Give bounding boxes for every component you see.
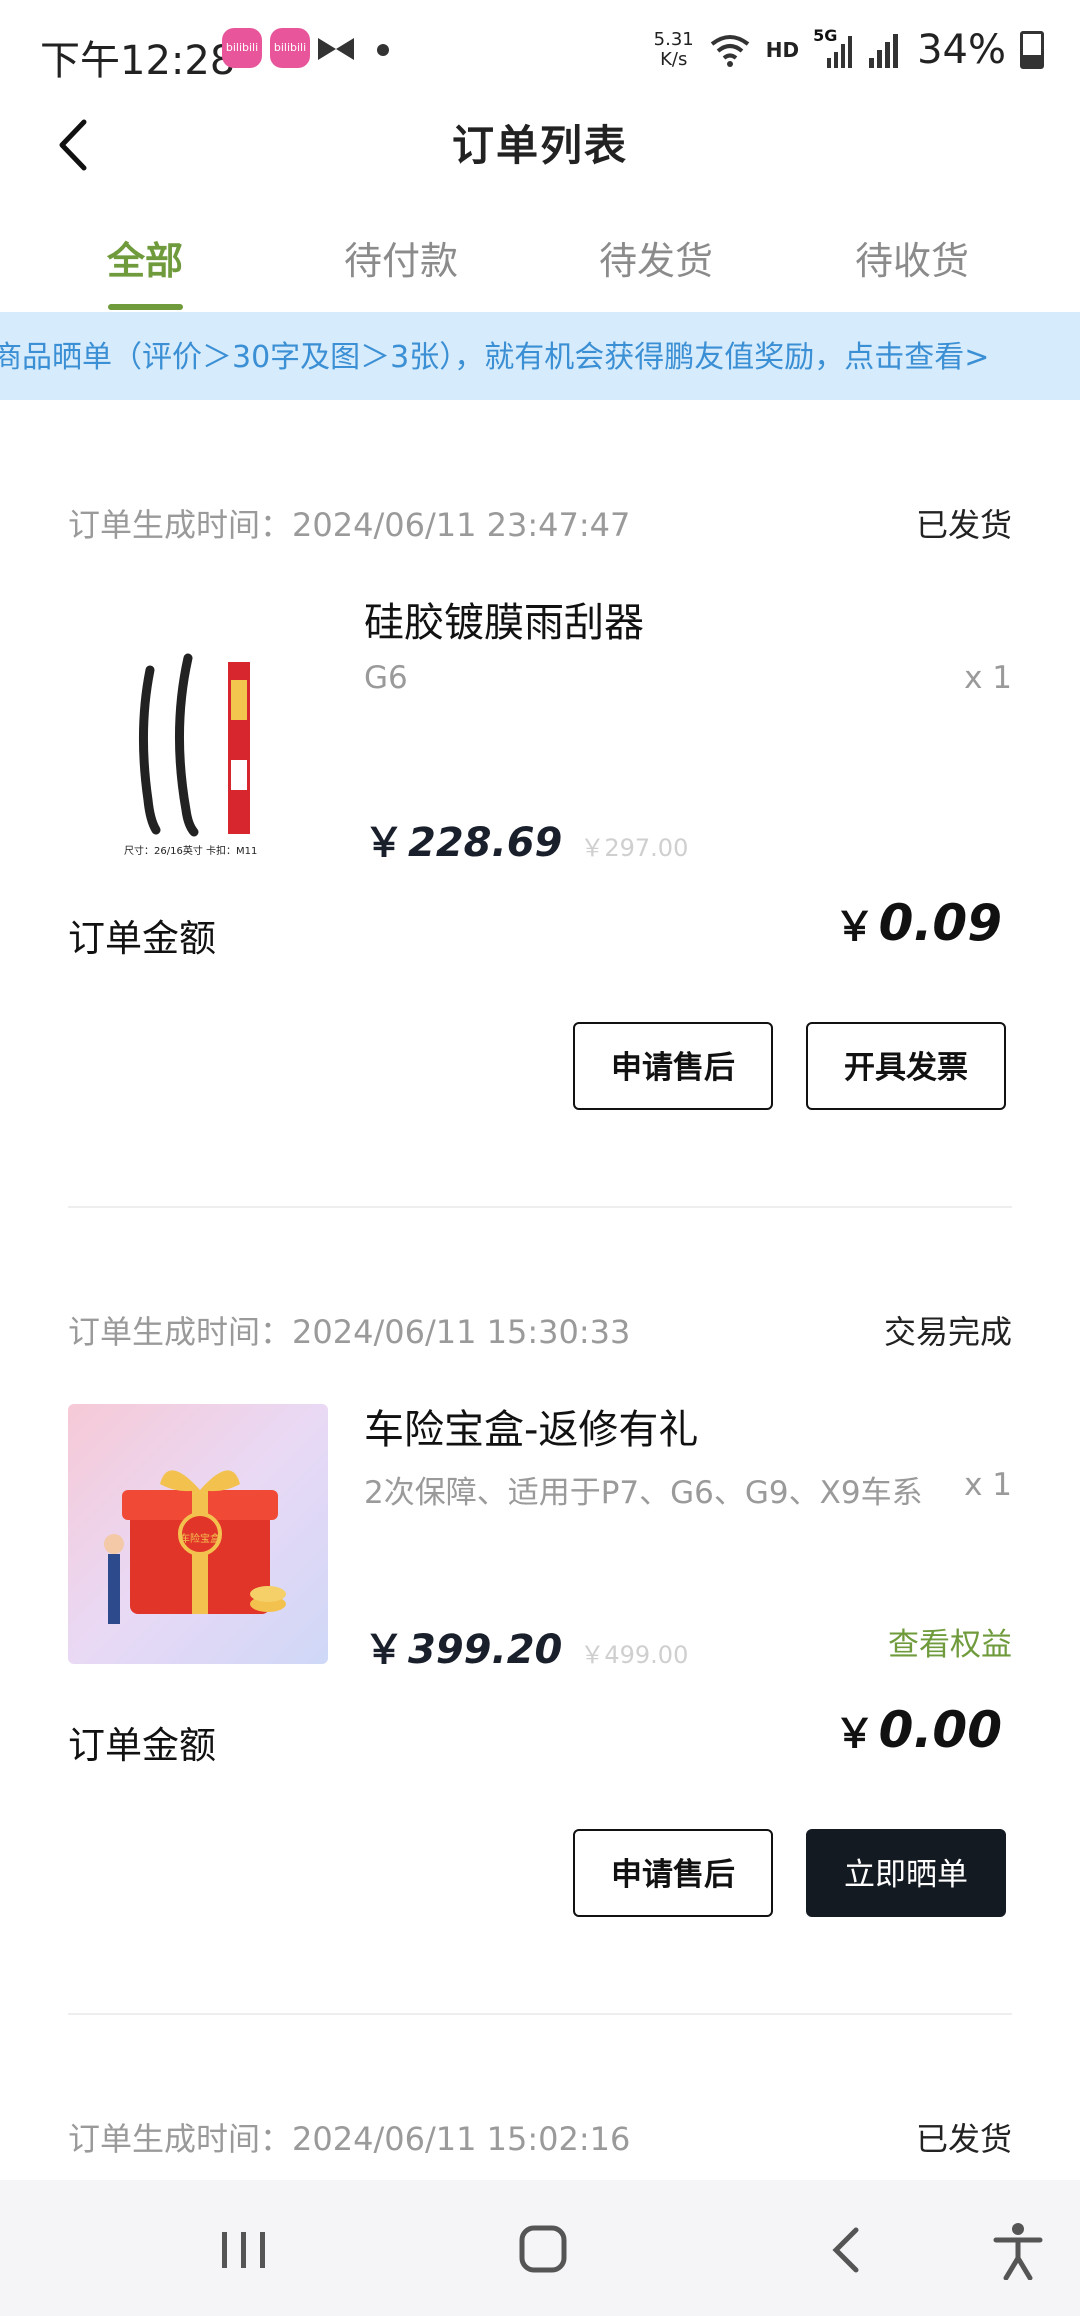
original-price: ￥499.00: [580, 1641, 689, 1669]
amount-currency: ￥: [834, 1711, 875, 1757]
order-time: 订单生成时间：2024/06/11 15:30:33: [68, 1313, 631, 1351]
tab-pending-receipt[interactable]: 待收货: [822, 230, 1002, 285]
tab-all[interactable]: 全部: [55, 230, 235, 285]
back-nav-icon[interactable]: [818, 2220, 878, 2280]
page-title: 订单列表: [451, 121, 628, 170]
after-sales-button[interactable]: 申请售后: [573, 1022, 773, 1110]
amount-value: 0.09: [878, 894, 1002, 952]
view-benefits-link[interactable]: 查看权益: [888, 1619, 1012, 1664]
recent-apps-icon[interactable]: [214, 2220, 274, 2280]
order-amount: ￥0.00: [835, 1701, 1002, 1759]
order-divider: [68, 2013, 1012, 2015]
signal-5g-icon: 5G: [813, 26, 853, 70]
product-quantity: x 1: [964, 1467, 1012, 1503]
product-name[interactable]: 车险宝盒-返修有礼: [364, 1397, 698, 1455]
product-spec: 2次保障、适用于P7、G6、G9、X9车系: [364, 1475, 923, 1511]
net-speed-value: 5.31: [653, 29, 694, 50]
product-price: ￥ 228.69 ￥297.00: [364, 810, 688, 868]
product-price: ￥ 399.20 ￥499.00: [364, 1617, 688, 1675]
order-amount-label: 订单金额: [68, 1724, 216, 1767]
order-status: 交易完成: [883, 1313, 1012, 1351]
signal-icon: [869, 34, 899, 68]
order-card: 订单生成时间：2024/06/11 15:02:16 已发货: [68, 2104, 1012, 2174]
bilibili-notification-icon: bilibili: [270, 28, 310, 68]
battery-icon: [1020, 31, 1044, 69]
accessibility-icon[interactable]: [990, 2220, 1046, 2280]
status-bar: 下午12:28 bilibili bilibili 5.31 K/s HD 5G: [0, 0, 1080, 100]
more-notifications-dot-icon: [377, 44, 389, 56]
hd-label: HD: [765, 38, 800, 62]
system-navigation-bar: [0, 2180, 1080, 2316]
amount-currency: ￥: [834, 904, 875, 950]
product-image[interactable]: 车险宝盒: [68, 1404, 328, 1664]
battery-percent: 34%: [917, 27, 1006, 73]
order-card: 订单生成时间：2024/06/11 15:30:33 交易完成 车险宝盒 车险宝…: [68, 1297, 1012, 1957]
order-divider: [68, 1206, 1012, 1208]
bow-icon: [318, 38, 354, 60]
order-time: 订单生成时间：2024/06/11 15:02:16: [68, 2120, 631, 2158]
tab-pending-shipment[interactable]: 待发货: [566, 230, 746, 285]
product-quantity: x 1: [964, 660, 1012, 696]
tab-pending-payment[interactable]: 待付款: [311, 230, 491, 285]
order-status: 已发货: [915, 2120, 1012, 2158]
app-header: 订单列表: [0, 100, 1080, 210]
order-amount: ￥0.09: [835, 894, 1002, 952]
issue-invoice-button[interactable]: 开具发票: [806, 1022, 1006, 1110]
price-currency: ￥: [364, 1627, 404, 1673]
original-price: ￥297.00: [580, 834, 689, 862]
post-review-button[interactable]: 立即晒单: [806, 1829, 1006, 1917]
price-value: 399.20: [408, 1627, 563, 1673]
order-status: 已发货: [915, 506, 1012, 544]
amount-value: 0.00: [878, 1701, 1002, 1759]
order-amount-label: 订单金额: [68, 917, 216, 960]
wiper-blade-image: [138, 653, 250, 837]
after-sales-button[interactable]: 申请售后: [573, 1829, 773, 1917]
product-image-caption: 车险宝盒: [180, 1534, 220, 1545]
network-speed: 5.31 K/s: [654, 30, 694, 70]
product-image-caption: 尺寸：26/16英寸 卡扣：M11: [124, 846, 258, 857]
active-tab-indicator: [108, 304, 183, 310]
banner-text: 商品晒单（评价＞30字及图＞3张），就有机会获得鹏友值奖励，点击查看>: [0, 340, 990, 375]
price-value: 228.69: [408, 820, 563, 866]
product-name[interactable]: 硅胶镀膜雨刮器: [364, 590, 644, 648]
wifi-icon: [710, 35, 749, 67]
status-time: 下午12:28: [40, 38, 236, 84]
product-image[interactable]: 尺寸：26/16英寸 卡扣：M11: [68, 610, 328, 870]
order-card: 订单生成时间：2024/06/11 23:47:47 已发货 尺寸：26/16英…: [68, 490, 1012, 1150]
review-reward-banner[interactable]: 商品晒单（评价＞30字及图＞3张），就有机会获得鹏友值奖励，点击查看>: [0, 312, 1080, 400]
net-speed-unit: K/s: [660, 49, 688, 70]
product-spec: G6: [364, 660, 408, 696]
price-currency: ￥: [364, 820, 404, 866]
bilibili-notification-icon: bilibili: [222, 28, 262, 68]
home-icon[interactable]: [514, 2220, 574, 2280]
order-time: 订单生成时间：2024/06/11 23:47:47: [68, 506, 631, 544]
order-tabs: 全部 待付款 待发货 待收货: [0, 210, 1080, 310]
